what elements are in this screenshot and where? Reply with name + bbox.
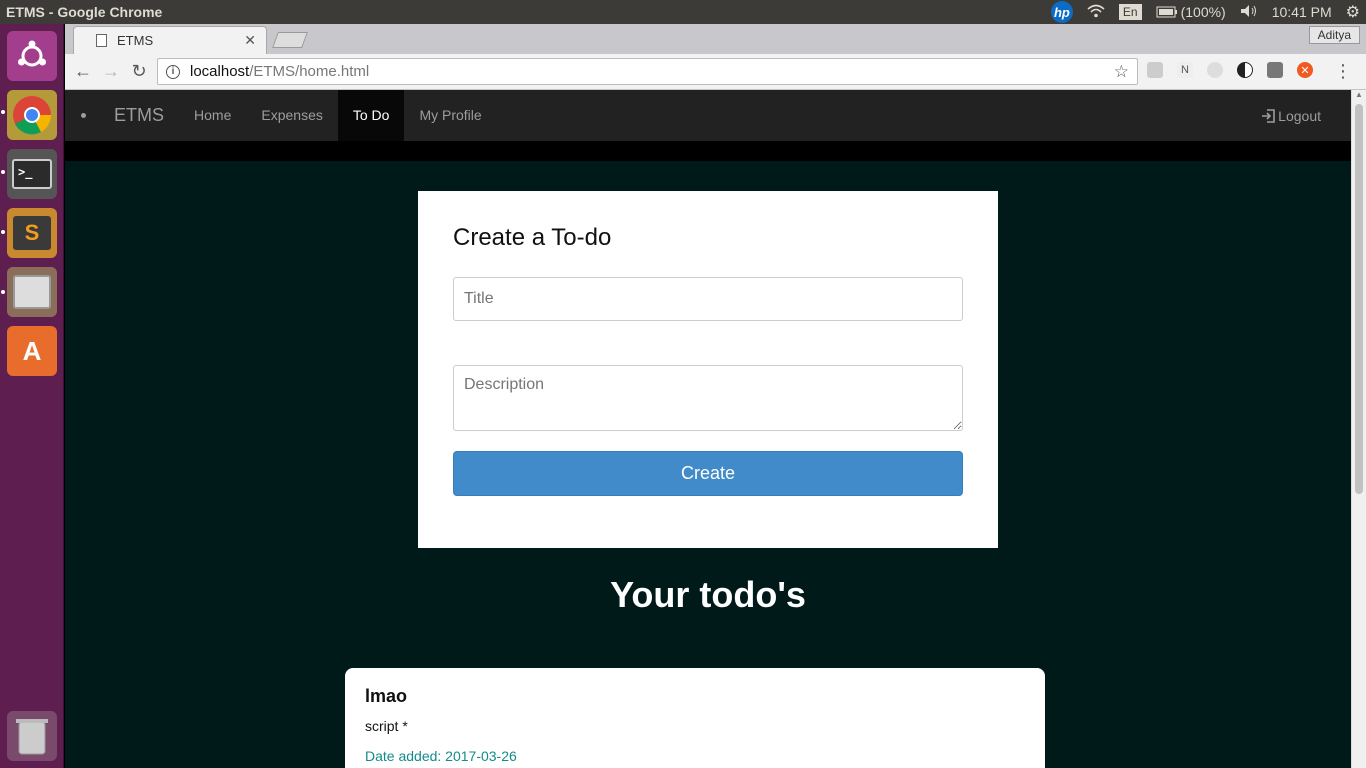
navbar-shadow-strip — [65, 141, 1351, 161]
navbar-brand[interactable]: ETMS — [114, 105, 164, 126]
nav-item-home[interactable]: Home — [179, 90, 246, 141]
battery-icon — [1156, 6, 1177, 18]
todo-description: script * — [365, 718, 408, 734]
todo-item[interactable]: lmao script * Date added: 2017-03-26 — [345, 668, 1045, 768]
hp-logo-icon[interactable]: hp — [1050, 1, 1073, 23]
extensions-area: N ✕ — [1147, 62, 1313, 78]
software-center-icon[interactable]: A — [7, 326, 57, 376]
reload-icon[interactable]: ↻ — [125, 61, 153, 82]
nav-item-expenses[interactable]: Expenses — [246, 90, 337, 141]
image-extension-icon[interactable] — [1147, 62, 1163, 78]
nav-item-my-profile[interactable]: My Profile — [404, 90, 496, 141]
todo-title: lmao — [365, 686, 408, 706]
logout-link[interactable]: Logout — [1261, 108, 1321, 124]
clock[interactable]: 10:41 PM — [1272, 4, 1332, 20]
forward-arrow-icon[interactable]: → — [97, 61, 125, 82]
profile-button[interactable]: Aditya — [1308, 26, 1360, 44]
page-viewport: ETMS Home Expenses To Do My Profile Logo… — [65, 90, 1351, 768]
close-tab-icon[interactable]: ✕ — [244, 32, 256, 49]
files-icon[interactable] — [7, 267, 57, 317]
running-indicator — [1, 230, 5, 234]
todo-title-input[interactable] — [453, 277, 963, 321]
page-scrollbar[interactable]: ▲ — [1351, 90, 1366, 768]
back-arrow-icon[interactable]: ← — [69, 61, 97, 82]
todo-description-input[interactable] — [453, 365, 963, 431]
system-tray: hp En (100%) 10:41 PM ⚙ — [1050, 0, 1360, 24]
dark-mode-extension-icon[interactable] — [1237, 62, 1253, 78]
bookmark-star-icon[interactable]: ☆ — [1114, 62, 1129, 82]
create-button[interactable]: Create — [453, 451, 963, 496]
ubuntu-icon[interactable] — [7, 31, 57, 81]
tab-strip: ETMS ✕ Aditya — [65, 24, 1366, 54]
todos-heading: Your todo's — [610, 574, 806, 615]
chrome-icon[interactable] — [7, 90, 57, 140]
browser-tab[interactable]: ETMS ✕ — [73, 26, 267, 54]
page-icon — [96, 34, 107, 47]
unity-launcher: >_ S A — [0, 24, 64, 768]
sublime-text-icon[interactable]: S — [7, 208, 57, 258]
todo-date-added: Date added: 2017-03-26 — [365, 748, 517, 764]
pocket-extension-icon[interactable] — [1267, 62, 1283, 78]
trash-icon[interactable] — [7, 711, 57, 761]
terminal-icon[interactable]: >_ — [7, 149, 57, 199]
tab-title: ETMS — [117, 33, 154, 48]
system-top-bar: ETMS - Google Chrome hp En (100%) 10:41 … — [0, 0, 1366, 24]
wifi-icon[interactable] — [1087, 4, 1105, 21]
settings-gear-icon[interactable]: ⚙ — [1346, 2, 1360, 22]
running-indicator — [1, 290, 5, 294]
browser-toolbar: ← → ↻ i localhost /ETMS/home.html ☆ N ✕ … — [65, 54, 1366, 90]
running-indicator — [1, 110, 5, 114]
chrome-menu-icon[interactable]: ⋮ — [1334, 62, 1352, 80]
running-indicator — [1, 170, 5, 174]
nav-item-todo[interactable]: To Do — [337, 90, 405, 141]
scroll-up-arrow-icon[interactable]: ▲ — [1352, 90, 1366, 104]
url-host: localhost — [190, 63, 250, 80]
close-x-extension-icon[interactable]: ✕ — [1297, 62, 1313, 78]
new-tab-button[interactable] — [272, 32, 308, 48]
battery-indicator[interactable]: (100%) — [1156, 4, 1226, 20]
scrollbar-thumb[interactable] — [1355, 104, 1363, 494]
volume-icon[interactable] — [1240, 4, 1258, 21]
window-title: ETMS - Google Chrome — [6, 4, 163, 20]
site-navbar: ETMS Home Expenses To Do My Profile Logo… — [65, 90, 1351, 141]
battery-percent: (100%) — [1180, 4, 1226, 20]
logout-icon — [1262, 108, 1275, 123]
address-bar[interactable]: i localhost /ETMS/home.html ☆ — [157, 58, 1138, 85]
url-path: /ETMS/home.html — [249, 63, 370, 80]
site-info-icon[interactable]: i — [166, 64, 180, 79]
create-todo-card: Create a To-do Create — [418, 191, 998, 548]
keyboard-layout-indicator[interactable]: En — [1118, 4, 1142, 20]
nav-toggle-dot[interactable] — [81, 113, 86, 118]
ghostery-extension-icon[interactable] — [1207, 62, 1223, 78]
chrome-window: ETMS ✕ Aditya ← → ↻ i localhost /ETMS/ho… — [65, 24, 1366, 768]
notion-extension-icon[interactable]: N — [1177, 62, 1193, 78]
logout-label: Logout — [1278, 107, 1321, 124]
create-todo-heading: Create a To-do — [453, 224, 612, 251]
